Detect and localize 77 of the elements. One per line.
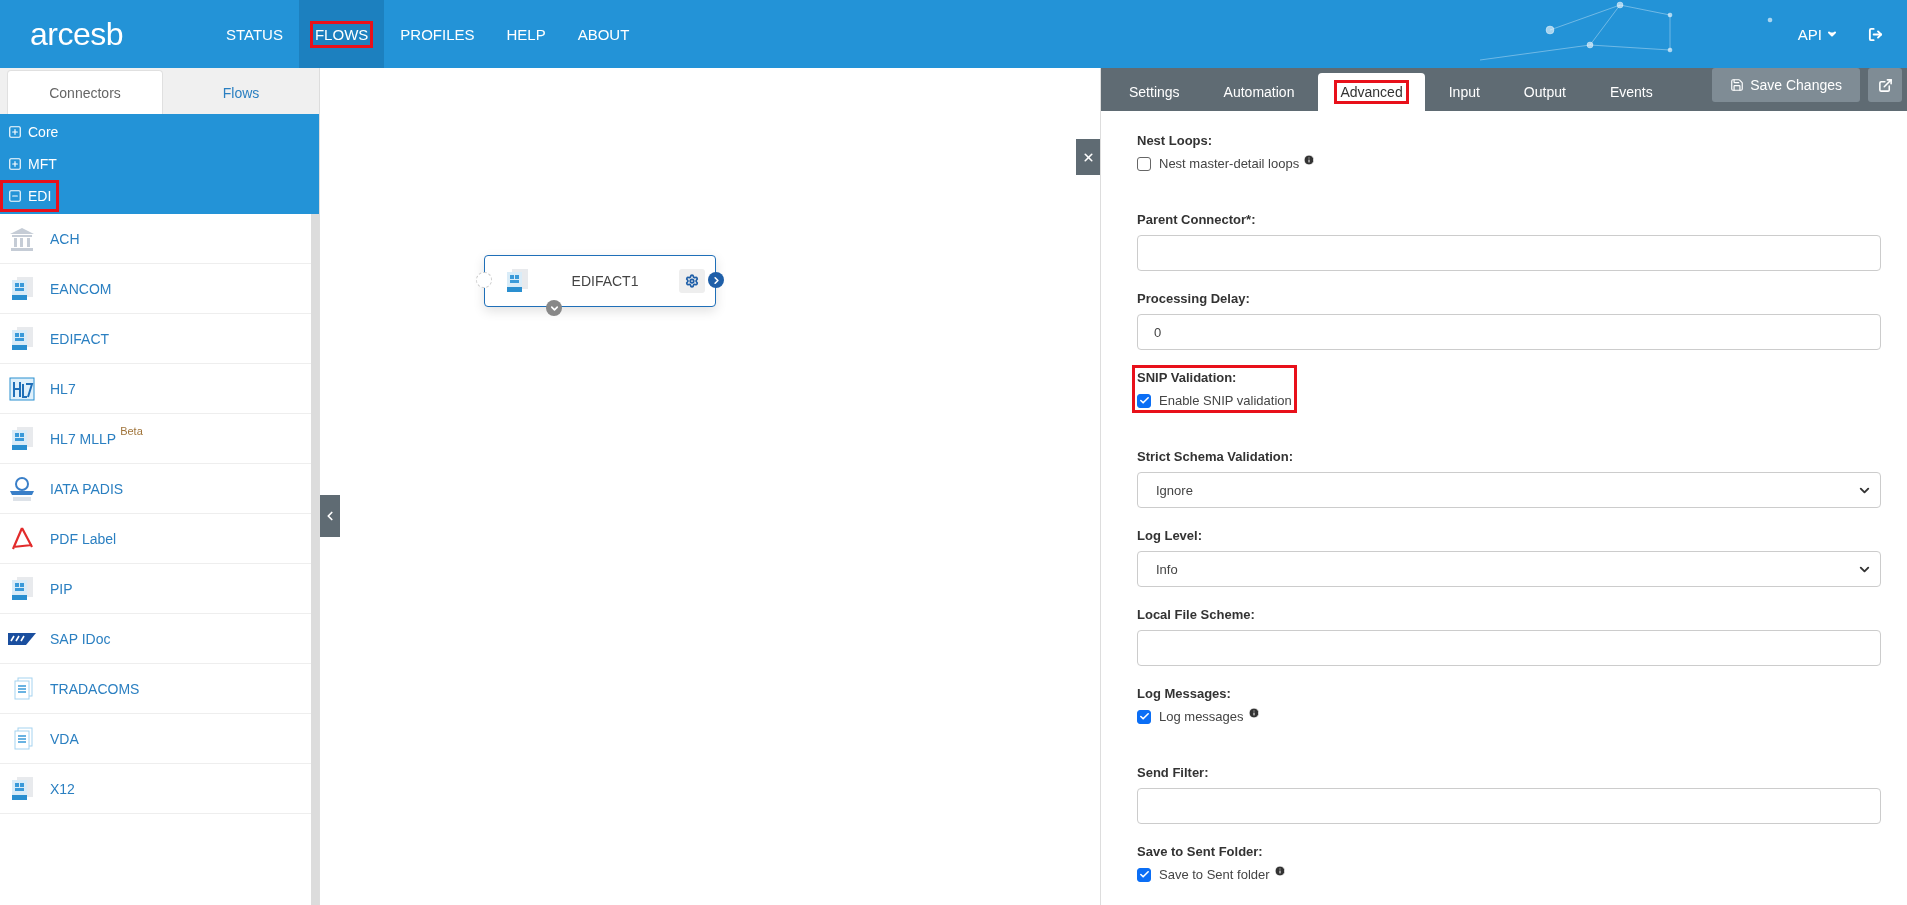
text-input-field[interactable] <box>1137 630 1881 666</box>
checkbox-option[interactable]: Log messages <box>1137 709 1260 724</box>
field-label: Send Filter: <box>1137 765 1209 780</box>
info-icon[interactable] <box>1247 706 1260 719</box>
panel-tab[interactable]: Settings <box>1109 73 1200 111</box>
connector-item[interactable]: IATA PADIS <box>0 464 311 514</box>
save-changes-button[interactable]: Save Changes <box>1712 68 1860 102</box>
checkbox[interactable] <box>1137 156 1151 171</box>
text-input-field[interactable] <box>1137 788 1881 824</box>
checkbox-option[interactable]: Save to Sent folder <box>1137 867 1286 882</box>
plus-square-icon <box>8 125 22 139</box>
field-label: Log Messages: <box>1137 686 1231 701</box>
checkbox[interactable] <box>1137 867 1151 882</box>
settings-icon <box>685 274 699 288</box>
collapse-sidebar-button[interactable] <box>320 495 340 537</box>
checkbox[interactable] <box>1137 709 1151 724</box>
field-label: SNIP Validation: <box>1137 370 1237 385</box>
user-menu-button[interactable]: API <box>1791 24 1844 44</box>
external-link-button[interactable] <box>1868 68 1902 102</box>
panel-tab[interactable]: Advanced <box>1318 73 1425 111</box>
connector-item[interactable]: EDIFACT <box>0 314 311 364</box>
panel-tab[interactable]: Input <box>1428 73 1500 111</box>
logout-button[interactable] <box>1868 26 1883 42</box>
hl7-logo-icon <box>8 374 36 403</box>
text-input-field[interactable]: 0 <box>1137 314 1881 350</box>
connector-item[interactable]: HL7 <box>0 364 311 414</box>
nav-link[interactable]: HELP <box>490 0 562 68</box>
text-input-field[interactable] <box>1137 235 1881 271</box>
minus-square-icon <box>8 189 22 203</box>
info-icon[interactable] <box>1273 864 1286 877</box>
checkbox-label: Log messages <box>1159 709 1244 724</box>
connector-item[interactable]: HL7 MLLP Beta <box>0 414 311 464</box>
input-port[interactable] <box>476 272 492 288</box>
info-icon[interactable] <box>1303 153 1316 166</box>
category-toggle[interactable]: Core <box>0 116 67 148</box>
nav-link[interactable]: ABOUT <box>561 0 646 68</box>
connector-item[interactable]: PIP <box>0 564 311 614</box>
logo-text[interactable]: arcesb <box>30 0 210 68</box>
scrollbar[interactable] <box>311 214 319 905</box>
settings-button[interactable] <box>679 269 705 293</box>
field-label: Parent Connector*: <box>1137 212 1256 227</box>
nav-link[interactable]: STATUS <box>210 0 299 68</box>
category-toggle[interactable]: EDI <box>0 180 60 212</box>
connector-item[interactable]: VDA <box>0 714 311 764</box>
checkbox-label: Save to Sent folder <box>1159 867 1270 882</box>
logout-icon <box>1868 26 1883 42</box>
field-label: Strict Schema Validation: <box>1137 449 1294 464</box>
category-toggle[interactable]: MFT <box>0 148 65 180</box>
connector-item[interactable]: X12 <box>0 764 311 814</box>
select-dropdown[interactable]: Info <box>1137 551 1881 587</box>
external-link-icon <box>1877 77 1893 93</box>
node-label: EDIFACT1 <box>570 273 640 289</box>
nav-link[interactable]: FLOWS <box>298 0 385 68</box>
sidebar-tab[interactable]: Connectors <box>7 70 163 114</box>
field-label: Log Level: <box>1137 528 1202 543</box>
panel-tab[interactable]: Events <box>1589 73 1673 111</box>
checkbox[interactable] <box>1137 393 1151 408</box>
close-icon <box>1081 150 1095 164</box>
nav-link[interactable]: PROFILES <box>384 0 491 68</box>
connector-node[interactable]: EDIFACT1 <box>484 255 716 307</box>
connector-item[interactable]: SAP IDoc <box>0 614 311 664</box>
plus-square-icon <box>8 157 22 171</box>
select-dropdown[interactable]: Ignore <box>1137 472 1881 508</box>
field-label: Processing Delay: <box>1137 291 1250 306</box>
checkbox-option[interactable]: Nest master-detail loops <box>1137 156 1316 171</box>
connector-item[interactable]: EANCOM <box>0 264 311 314</box>
close-button[interactable] <box>1076 139 1100 175</box>
connector-item[interactable]: ACH <box>0 214 311 264</box>
expand-port[interactable] <box>546 300 562 316</box>
output-port[interactable] <box>708 272 724 288</box>
panel-tab[interactable]: Automation <box>1203 73 1315 111</box>
field-label: Save to Sent Folder: <box>1137 844 1263 859</box>
panel-tab[interactable]: Output <box>1503 73 1586 111</box>
field-label: Nest Loops: <box>1137 133 1213 148</box>
connector-item[interactable]: TRADACOMS <box>0 664 311 714</box>
field-label: Local File Scheme: <box>1137 607 1255 622</box>
checkbox-label: Nest master-detail loops <box>1159 156 1300 171</box>
